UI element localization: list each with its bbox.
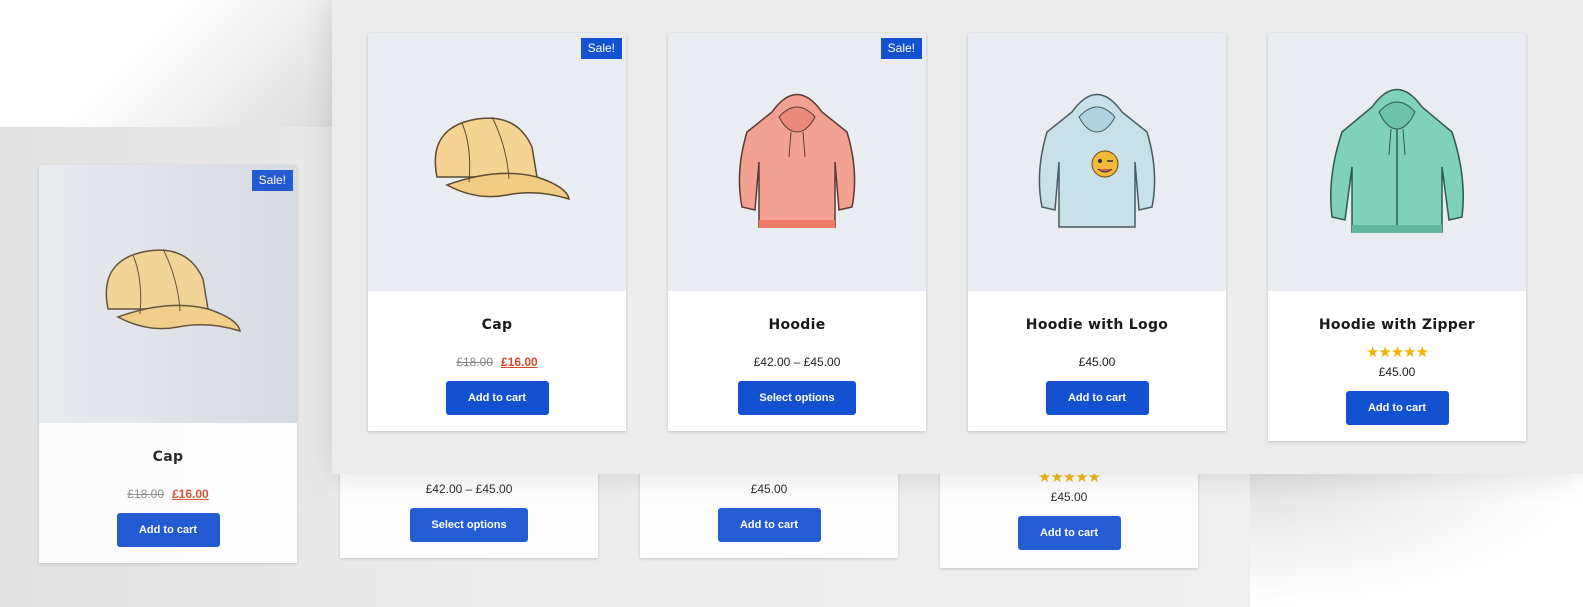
product-grid-panel: Sale! Cap £18.00 £16.00 Add to cart Sale!… [332,0,1583,474]
product-card-hoodie-zipper[interactable]: Hoodie with Zipper ★★★★★ £45.00 Add to c… [1268,33,1526,441]
product-card-hoodie[interactable]: Sale! Hoodie £42.00 – £45.00 Select opti… [668,33,926,431]
product-title[interactable]: Hoodie with Zipper [1268,317,1526,333]
price-new: £16.00 [501,355,538,369]
product-price: £18.00 £16.00 [39,487,297,501]
price-old: £18.00 [456,355,493,369]
product-card-hoodie-logo[interactable]: Hoodie with Logo £45.00 Add to cart [968,33,1226,431]
cap-icon [434,116,570,201]
product-title[interactable]: Hoodie [668,317,926,333]
cap-icon [105,248,241,333]
select-options-button[interactable]: Select options [738,381,856,415]
product-image[interactable]: Sale! [368,33,626,291]
add-to-cart-button[interactable]: Add to cart [1045,381,1149,415]
product-price: £45.00 [1378,365,1416,379]
product-card-cap[interactable]: Sale! Cap £18.00 £16.00 Add to cart [368,33,626,431]
product-image[interactable]: Sale! [39,165,297,423]
product-title[interactable]: Cap [39,449,297,465]
hoodie-with-logo-icon [1038,93,1156,228]
add-to-cart-button[interactable]: Add to cart [1017,516,1121,550]
add-to-cart-button[interactable]: Add to cart [445,381,549,415]
product-card-hoodie-back[interactable]: £42.00 – £45.00 Select options [340,460,598,558]
add-to-cart-button[interactable]: Add to cart [1345,391,1449,425]
background-shade [0,0,335,130]
product-price: £45.00 [750,482,788,496]
product-price: £42.00 – £45.00 [753,355,841,369]
product-card-hoodie-logo-back[interactable]: £45.00 Add to cart [640,460,898,558]
add-to-cart-button[interactable]: Add to cart [116,513,220,547]
product-price: £45.00 [1078,355,1116,369]
select-options-button[interactable]: Select options [410,508,528,542]
background-fade [1250,470,1583,607]
sale-badge: Sale! [880,38,922,59]
product-card-hoodie-zipper-back[interactable]: ★★★★★ £45.00 Add to cart [940,460,1198,568]
product-card-cap-back[interactable]: Sale! Cap £18.00 £16.00 Add to cart [39,165,297,563]
product-price: £42.00 – £45.00 [425,482,513,496]
add-to-cart-button[interactable]: Add to cart [717,508,821,542]
hoodie-icon [738,93,856,228]
price-new: £16.00 [172,487,209,501]
sale-badge: Sale! [580,38,622,59]
product-title[interactable]: Cap [368,317,626,333]
product-image[interactable] [968,33,1226,291]
hoodie-with-zipper-icon [1330,88,1464,233]
product-image[interactable]: Sale! [668,33,926,291]
price-old: £18.00 [127,487,164,501]
product-price: £18.00 £16.00 [368,355,626,369]
product-title[interactable]: Hoodie with Logo [968,317,1226,333]
product-image[interactable] [1268,33,1526,291]
rating-stars: ★★★★★ [1365,344,1429,361]
product-price: £45.00 [1050,490,1088,504]
sale-badge: Sale! [251,170,293,191]
